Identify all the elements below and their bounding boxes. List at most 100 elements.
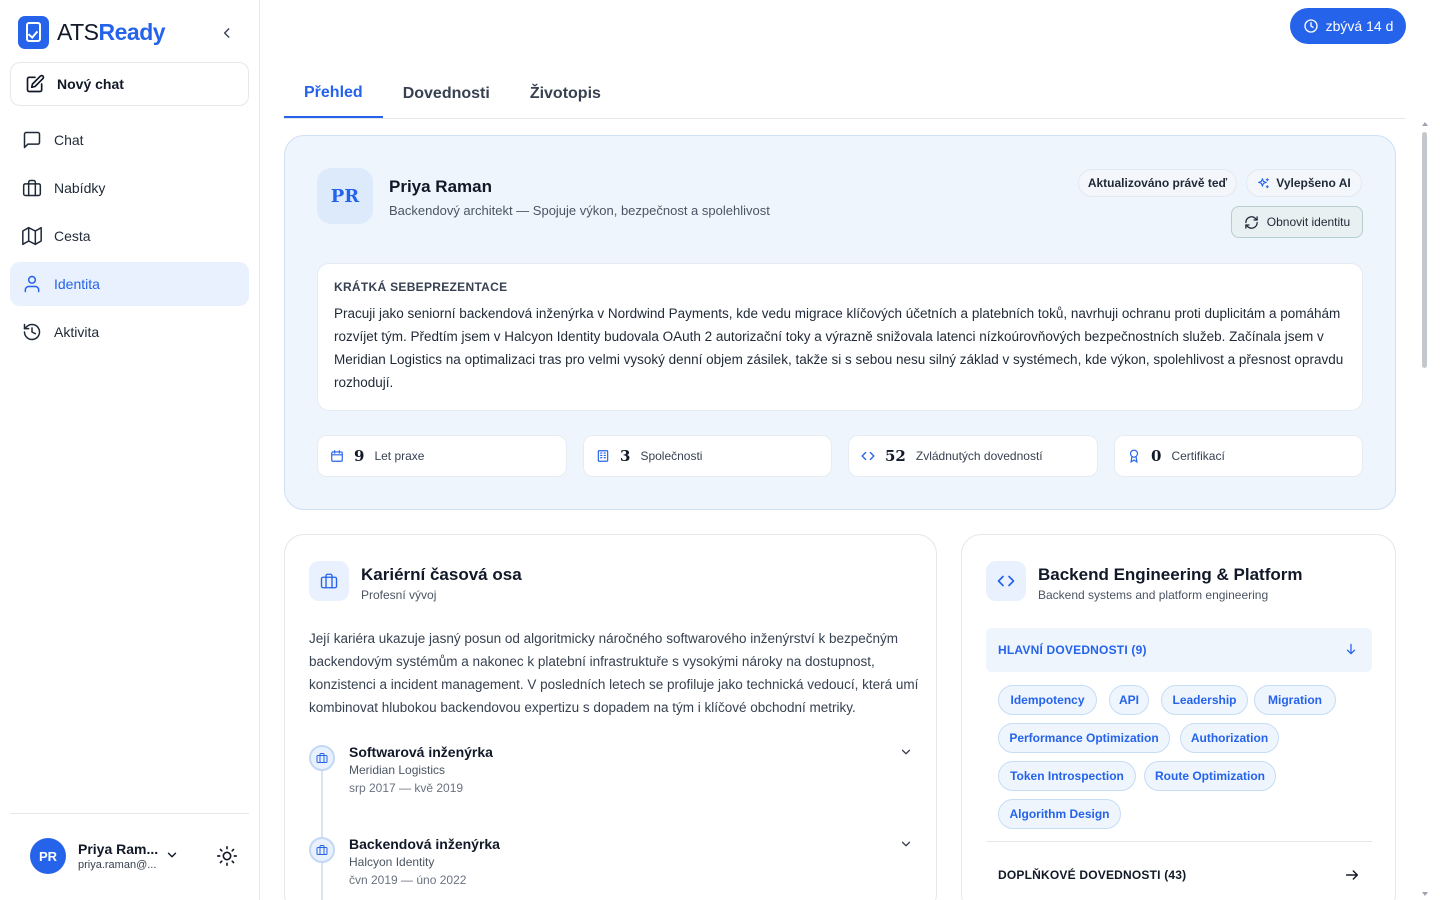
collapse-sidebar-button[interactable] bbox=[216, 24, 238, 46]
sparkles-icon bbox=[1258, 177, 1270, 188]
timeline-role: Backendová inženýrka bbox=[349, 836, 500, 852]
user-menu[interactable]: PR Priya Ram... priya.raman@... bbox=[30, 838, 158, 874]
scroll-down-arrow[interactable] bbox=[1422, 892, 1428, 896]
tabs: Přehled Dovednosti Životopis bbox=[284, 70, 1406, 119]
career-subtitle: Profesní vývoj bbox=[361, 588, 437, 602]
scrollbar[interactable] bbox=[1420, 120, 1430, 900]
sidebar-divider bbox=[10, 813, 249, 814]
calendar-icon bbox=[331, 450, 343, 462]
sun-icon[interactable] bbox=[216, 845, 238, 867]
trial-badge[interactable]: zbývá 14 d bbox=[1290, 8, 1406, 44]
extra-skills-label: DOPLŇKOVÉ DOVEDNOSTI (43) bbox=[998, 868, 1187, 882]
history-icon bbox=[23, 323, 41, 341]
skill-tag[interactable]: Token Introspection bbox=[998, 761, 1136, 791]
skill-tag[interactable]: Performance Optimization bbox=[998, 723, 1170, 753]
sidebar-item-chat[interactable]: Chat bbox=[10, 118, 249, 162]
avatar: PR bbox=[30, 838, 66, 874]
chevron-down-icon[interactable] bbox=[899, 745, 913, 759]
timeline-dates: srp 2017 — kvě 2019 bbox=[349, 781, 464, 795]
skill-tag[interactable]: Idempotency bbox=[998, 685, 1097, 715]
main-skills-label: HLAVNÍ DOVEDNOSTI (9) bbox=[998, 643, 1147, 657]
brand[interactable]: ATSReady bbox=[18, 16, 166, 49]
user-name: Priya Ram... bbox=[78, 841, 159, 857]
timeline-line bbox=[321, 763, 323, 900]
arrow-right-icon bbox=[1345, 870, 1359, 880]
career-timeline-card: Kariérní časová osa Profesní vývoj Její … bbox=[284, 534, 937, 900]
timeline-role: Softwarová inženýrka bbox=[349, 744, 493, 760]
timeline-company: Halcyon Identity bbox=[349, 855, 435, 869]
bio-box: KRÁTKÁ SEBEPREZENTACE Pracuji jako senio… bbox=[317, 263, 1363, 411]
sidebar-item-nabidky[interactable]: Nabídky bbox=[10, 166, 249, 210]
scrollbar-thumb[interactable] bbox=[1422, 132, 1427, 368]
tab-zivotopis[interactable]: Životopis bbox=[510, 70, 621, 118]
chat-icon bbox=[23, 131, 41, 149]
building-icon bbox=[597, 450, 609, 462]
stat-years: 9 Let praxe bbox=[317, 435, 567, 477]
sidebar-item-identita[interactable]: Identita bbox=[10, 262, 249, 306]
user-icon bbox=[24, 275, 40, 293]
sidebar-item-cesta[interactable]: Cesta bbox=[10, 214, 249, 258]
arrow-down-icon bbox=[1346, 643, 1356, 655]
profile-headline: Backendový architekt — Spojuje výkon, be… bbox=[389, 203, 770, 218]
profile-avatar: PR bbox=[317, 168, 373, 224]
skill-tag[interactable]: Algorithm Design bbox=[998, 799, 1121, 829]
refresh-identity-button[interactable]: Obnovit identitu bbox=[1231, 206, 1363, 238]
brand-name: ATSReady bbox=[57, 19, 166, 45]
stat-value: 0 bbox=[1151, 447, 1162, 465]
sidebar-item-aktivita[interactable]: Aktivita bbox=[10, 310, 249, 354]
tab-prehled[interactable]: Přehled bbox=[284, 70, 383, 118]
ai-badge: Vylepšeno AI bbox=[1246, 169, 1362, 197]
stat-companies: 3 Společnosti bbox=[583, 435, 832, 477]
skill-tag[interactable]: Authorization bbox=[1180, 723, 1279, 753]
chevron-down-icon[interactable] bbox=[899, 837, 913, 851]
stat-label: Let praxe bbox=[374, 449, 425, 463]
refresh-icon bbox=[1245, 215, 1258, 229]
skill-tag[interactable]: API bbox=[1109, 685, 1149, 715]
sidebar-item-label: Chat bbox=[54, 132, 84, 148]
sidebar-item-label: Identita bbox=[54, 276, 100, 292]
user-email: priya.raman@... bbox=[78, 859, 157, 871]
trial-label: zbývá 14 d bbox=[1325, 18, 1394, 34]
updated-badge: Aktualizováno právě teď bbox=[1078, 169, 1237, 197]
profile-card: PR Priya Raman Backendový architekt — Sp… bbox=[284, 135, 1396, 510]
sidebar-item-label: Cesta bbox=[54, 228, 91, 244]
code-icon bbox=[861, 451, 875, 461]
briefcase-icon bbox=[309, 561, 349, 601]
timeline-dates: čvn 2019 — úno 2022 bbox=[349, 873, 467, 887]
career-title: Kariérní časová osa bbox=[361, 565, 522, 584]
chevron-down-icon[interactable] bbox=[165, 848, 179, 862]
map-icon bbox=[22, 226, 42, 246]
bio-title: KRÁTKÁ SEBEPREZENTACE bbox=[334, 280, 508, 294]
stat-label: Zvládnutých dovedností bbox=[915, 449, 1043, 463]
code-icon bbox=[986, 561, 1026, 601]
skill-tag[interactable]: Migration bbox=[1254, 685, 1336, 715]
sidebar: ATSReady Nový chat Chat Nabídky Cesta Id… bbox=[0, 0, 260, 900]
new-chat-label: Nový chat bbox=[57, 76, 124, 92]
stat-label: Certifikací bbox=[1171, 449, 1225, 463]
skill-tag[interactable]: Leadership bbox=[1161, 685, 1248, 715]
timeline-company: Meridian Logistics bbox=[349, 763, 446, 777]
timeline-dot-icon bbox=[309, 745, 335, 771]
skills-title: Backend Engineering & Platform bbox=[1038, 565, 1303, 584]
stat-certifications: 0 Certifikací bbox=[1114, 435, 1363, 477]
main-skills-toggle[interactable]: HLAVNÍ DOVEDNOSTI (9) bbox=[986, 628, 1372, 672]
stat-skills: 52 Zvládnutých dovedností bbox=[848, 435, 1098, 477]
chevron-left-icon bbox=[223, 28, 230, 38]
skill-tag[interactable]: Route Optimization bbox=[1144, 761, 1276, 791]
profile-name: Priya Raman bbox=[389, 177, 492, 196]
stat-value: 52 bbox=[885, 447, 906, 465]
career-summary: Její kariéra ukazuje jasný posun od algo… bbox=[309, 631, 919, 715]
stat-label: Společnosti bbox=[640, 449, 703, 463]
sidebar-item-label: Nabídky bbox=[54, 180, 106, 196]
updated-label: Aktualizováno právě teď bbox=[1087, 176, 1228, 190]
sidebar-nav: Chat Nabídky Cesta Identita Aktivita bbox=[10, 118, 249, 358]
stat-value: 3 bbox=[620, 447, 631, 465]
tab-dovednosti[interactable]: Dovednosti bbox=[383, 70, 510, 118]
extra-skills-toggle[interactable]: DOPLŇKOVÉ DOVEDNOSTI (43) bbox=[986, 853, 1372, 897]
briefcase-icon bbox=[22, 179, 42, 197]
stat-value: 9 bbox=[354, 447, 365, 465]
scroll-up-arrow[interactable] bbox=[1422, 122, 1428, 126]
bio-text: Pracuji jako seniorní backendová inženýr… bbox=[334, 306, 1344, 390]
new-chat-button[interactable]: Nový chat bbox=[10, 62, 249, 106]
skills-divider bbox=[986, 841, 1372, 842]
